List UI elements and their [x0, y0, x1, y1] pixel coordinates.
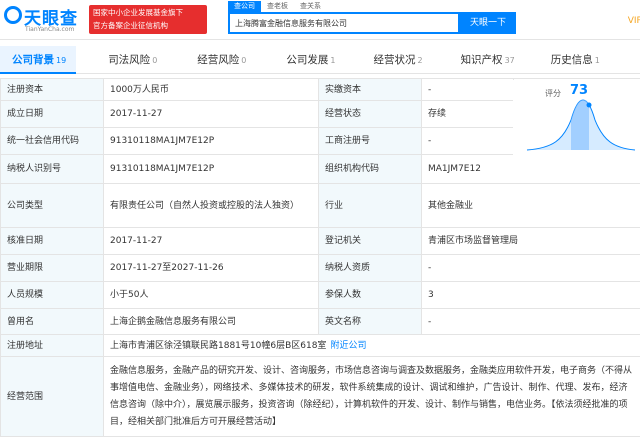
vip-link[interactable]: VIP	[628, 16, 640, 26]
logo-domain: TianYanCha.com	[25, 26, 75, 33]
field-value: 2017-11-27	[103, 100, 319, 128]
field-value: -	[421, 127, 514, 155]
field-label: 曾用名	[0, 308, 104, 335]
field-label: 参保人数	[318, 281, 422, 309]
field-value: 青浦区市场监督管理局	[421, 227, 640, 255]
tab-label: 司法风险	[108, 54, 151, 66]
field-label: 注册地址	[0, 334, 104, 357]
field-label: 纳税人识别号	[0, 154, 104, 184]
logo-eye-icon	[4, 6, 22, 24]
field-label: 经营范围	[0, 356, 104, 437]
table-row: 经营范围 金融信息服务，金融产品的研究开发、设计、咨询服务，市场信息咨询与调查及…	[0, 356, 640, 437]
field-label: 纳税人资质	[318, 254, 422, 282]
official-banner[interactable]: 国家中小企业发展基金旗下 官方备案企业征信机构	[89, 5, 207, 34]
tab-count: 1	[594, 56, 600, 65]
field-label: 登记机关	[318, 227, 422, 255]
field-value: 其他金融业	[421, 183, 640, 228]
logo[interactable]: 天眼查 TianYanCha.com	[4, 4, 86, 34]
table-row: 曾用名 上海企鹅金融信息服务有限公司 英文名称 -	[0, 308, 640, 335]
tab-label: 历史信息	[550, 54, 593, 66]
table-row: 注册地址 上海市青浦区徐泾镇联民路1881号10幢6层B区618室 附近公司	[0, 334, 640, 357]
tab-company-development[interactable]: 公司发展 1	[260, 46, 349, 74]
tab-label: 经营风险	[197, 54, 240, 66]
nearby-companies-link[interactable]: 附近公司	[330, 341, 366, 351]
tab-intellectual-property[interactable]: 知识产权 37	[437, 46, 529, 74]
field-value: 2017-11-27	[103, 227, 319, 255]
tab-count: 0	[241, 56, 247, 65]
field-label: 注册资本	[0, 78, 104, 101]
field-label: 实缴资本	[318, 78, 422, 101]
search-mode-tabs: 查公司 查老板 查关系	[228, 1, 327, 12]
search-tab-company[interactable]: 查公司	[228, 1, 261, 12]
tab-label: 公司发展	[286, 54, 329, 66]
field-value: 91310118MA1JM7E12P	[103, 127, 319, 155]
field-label: 公司类型	[0, 183, 104, 228]
table-row: 公司类型 有限责任公司（自然人投资或控股的法人独资） 行业 其他金融业	[0, 183, 640, 228]
field-value: 上海市青浦区徐泾镇联民路1881号10幢6层B区618室 附近公司	[103, 334, 640, 357]
field-label: 英文名称	[318, 308, 422, 335]
field-value: -	[421, 254, 640, 282]
tab-label: 经营状况	[373, 54, 416, 66]
field-label: 工商注册号	[318, 127, 422, 155]
tab-operating-status[interactable]: 经营状况 2	[349, 46, 436, 74]
field-value: 3	[421, 281, 640, 309]
search-tab-boss[interactable]: 查老板	[261, 1, 294, 12]
field-value: 有限责任公司（自然人投资或控股的法人独资）	[103, 183, 319, 228]
tab-history[interactable]: 历史信息 1	[529, 46, 600, 74]
tab-count: 19	[56, 56, 67, 65]
field-value: 1000万人民币	[103, 78, 319, 101]
field-label: 成立日期	[0, 100, 104, 128]
business-scope-text: 金融信息服务，金融产品的研究开发、设计、咨询服务，市场信息咨询与调查及数据服务，…	[103, 356, 640, 437]
field-value: 91310118MA1JM7E12P	[103, 154, 319, 184]
tab-count: 0	[152, 56, 158, 65]
field-value: 上海企鹅金融信息服务有限公司	[103, 308, 319, 335]
company-score-widget[interactable]: 评分 73	[513, 80, 640, 162]
section-tabs: 公司背景 19 司法风险 0 经营风险 0 公司发展 1 经营状况 2 知识产权 37 历史…	[0, 46, 640, 74]
field-label: 组织机构代码	[318, 154, 422, 184]
tab-label: 公司背景	[12, 54, 54, 66]
table-row: 核准日期 2017-11-27 登记机关 青浦区市场监督管理局	[0, 227, 640, 255]
score-distribution-curve-icon	[526, 99, 636, 151]
table-row: 人员规模 小于50人 参保人数 3	[0, 281, 640, 309]
tab-count: 1	[330, 56, 336, 65]
field-label: 行业	[318, 183, 422, 228]
tab-company-background[interactable]: 公司背景 19	[0, 46, 77, 74]
banner-line2: 官方备案企业征信机构	[93, 21, 168, 30]
tab-label: 知识产权	[460, 54, 503, 66]
address-text: 上海市青浦区徐泾镇联民路1881号10幢6层B区618室	[110, 340, 327, 351]
search-tab-relation[interactable]: 查关系	[294, 1, 327, 12]
field-value: 小于50人	[103, 281, 319, 309]
tab-count: 2	[417, 56, 423, 65]
field-value: -	[421, 78, 514, 101]
field-label: 统一社会信用代码	[0, 127, 104, 155]
field-label: 人员规模	[0, 281, 104, 309]
top-header: 天眼查 TianYanCha.com 国家中小企业发展基金旗下 官方备案企业征信…	[0, 0, 640, 40]
tab-business-risk[interactable]: 经营风险 0	[171, 46, 260, 74]
field-label: 核准日期	[0, 227, 104, 255]
field-label: 营业期限	[0, 254, 104, 282]
field-value: 存续	[421, 100, 514, 128]
table-row: 营业期限 2017-11-27至2027-11-26 纳税人资质 -	[0, 254, 640, 282]
search-input[interactable]: 上海腾富金融信息服务有限公司	[228, 12, 460, 34]
search-button[interactable]: 天眼一下	[460, 12, 516, 34]
field-value: -	[421, 308, 640, 335]
field-value: 2017-11-27至2027-11-26	[103, 254, 319, 282]
tab-count: 37	[504, 56, 515, 65]
banner-line1: 国家中小企业发展基金旗下	[93, 8, 183, 17]
field-label: 经营状态	[318, 100, 422, 128]
tab-legal-risk[interactable]: 司法风险 0	[76, 46, 171, 74]
